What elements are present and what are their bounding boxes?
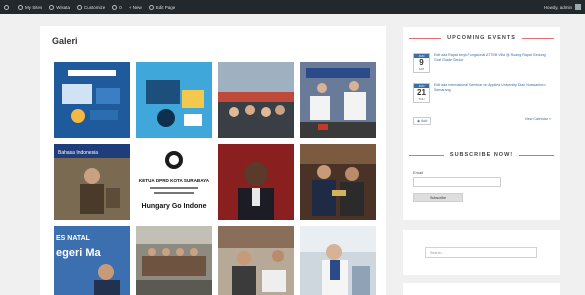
- gallery-image-8[interactable]: [300, 144, 376, 220]
- subscribe-title-text: SUBSCRIBE NOW!: [449, 152, 514, 158]
- title-rule-right: [519, 154, 555, 156]
- gallery-image-2[interactable]: [136, 62, 212, 138]
- event-date-badge: JUN 21 THU: [413, 83, 430, 103]
- search-widget: Search...: [403, 230, 560, 275]
- wordpress-icon: [4, 4, 9, 10]
- title-rule-left: [409, 37, 442, 39]
- gallery-panel: Galeri Bahasa Indonesia KETUA DPRD KOTA …: [40, 26, 386, 295]
- new-label: New: [132, 4, 142, 10]
- tile9-subtitle: egeri Ma: [56, 247, 102, 259]
- user-menu[interactable]: Howdy, admin: [544, 4, 581, 10]
- wordpress-menu[interactable]: [4, 4, 11, 10]
- customize-label: Customize: [84, 4, 106, 10]
- gallery-title: Galeri: [52, 36, 78, 46]
- subscribe-widget: SUBSCRIBE NOW! Email Subscribe: [403, 140, 560, 220]
- site-label: Wisata: [56, 4, 71, 10]
- tile9-overlay-text: ES NATAL: [56, 235, 91, 242]
- user-greeting: Howdy, admin: [543, 4, 572, 10]
- event-day: 21: [417, 88, 426, 97]
- subscribe-button[interactable]: Subscribe: [413, 193, 463, 202]
- gallery-image-10[interactable]: [136, 226, 212, 295]
- avatar: [575, 4, 581, 10]
- search-input[interactable]: Search...: [425, 247, 537, 258]
- home-icon: [18, 4, 23, 10]
- my-sites-label: My Sites: [25, 4, 43, 10]
- customize-menu[interactable]: Customize: [77, 4, 106, 10]
- email-label: Email: [413, 170, 424, 175]
- event-title-link[interactable]: Edit ada International Seminar on Applie…: [434, 83, 548, 105]
- comment-icon: [112, 4, 118, 10]
- gallery-image-9[interactable]: ES NATAL egeri Ma: [54, 226, 130, 295]
- tile6-subtitle: Hungary Go Indone: [142, 203, 207, 210]
- comments-count: 0: [119, 4, 122, 10]
- title-rule-right: [521, 37, 555, 39]
- sidebar-widget-next: [403, 283, 560, 295]
- gallery-image-7[interactable]: [218, 144, 294, 220]
- events-widget-title: UPCOMING EVENTS: [403, 35, 560, 41]
- tile5-overlay-text: Bahasa Indonesia: [58, 150, 98, 156]
- gallery-image-1[interactable]: [54, 62, 130, 138]
- title-rule-left: [409, 154, 444, 156]
- gallery-image-5[interactable]: Bahasa Indonesia: [54, 144, 130, 220]
- site-menu[interactable]: Wisata: [49, 4, 71, 10]
- event-date-badge: JUN 9 SAT: [413, 53, 430, 73]
- event-weekday: THU: [418, 97, 425, 101]
- comments-menu[interactable]: 0: [112, 4, 122, 10]
- subscribe-widget-title: SUBSCRIBE NOW!: [403, 152, 560, 158]
- events-title-text: UPCOMING EVENTS: [447, 35, 516, 41]
- edit-page-label: Edit Page: [155, 4, 176, 10]
- event-item[interactable]: JUN 9 SAT Edit ada Rapat kerja Fungsiona…: [413, 53, 551, 75]
- edit-page-menu[interactable]: Edit Page: [148, 4, 176, 10]
- feed-label: Add: [420, 119, 428, 123]
- event-title-link[interactable]: Edit ada Rapat kerja Fungsional ATTEB Vi…: [434, 53, 548, 75]
- tile6-overlay-text: KETUA DPRD KOTA SURABAYA: [139, 178, 210, 183]
- gallery-image-11[interactable]: [218, 226, 294, 295]
- email-field[interactable]: [413, 177, 501, 187]
- event-weekday: SAT: [418, 67, 425, 71]
- gallery-image-4[interactable]: [300, 62, 376, 138]
- view-calendar-link[interactable]: View Calendar »: [525, 117, 551, 125]
- my-sites-menu[interactable]: My Sites: [18, 4, 43, 10]
- gallery-image-3[interactable]: [218, 62, 294, 138]
- gallery-image-6[interactable]: KETUA DPRD KOTA SURABAYA Hungary Go Indon…: [136, 144, 212, 220]
- pencil-icon: [148, 4, 154, 10]
- new-menu[interactable]: + New: [129, 5, 142, 10]
- event-day: 9: [419, 58, 424, 67]
- feed-button[interactable]: ◉ Add: [413, 117, 432, 125]
- site-icon: [49, 4, 55, 10]
- admin-bar: My Sites Wisata Customize 0 + New Edit P…: [0, 0, 585, 14]
- event-item[interactable]: JUN 21 THU Edit ada International Semina…: [413, 83, 551, 105]
- upcoming-events-widget: UPCOMING EVENTS JUN 9 SAT Edit ada Rapat…: [403, 27, 560, 157]
- brush-icon: [77, 4, 83, 10]
- gallery-image-12[interactable]: [300, 226, 376, 295]
- events-footer: ◉ Add View Calendar »: [413, 117, 551, 125]
